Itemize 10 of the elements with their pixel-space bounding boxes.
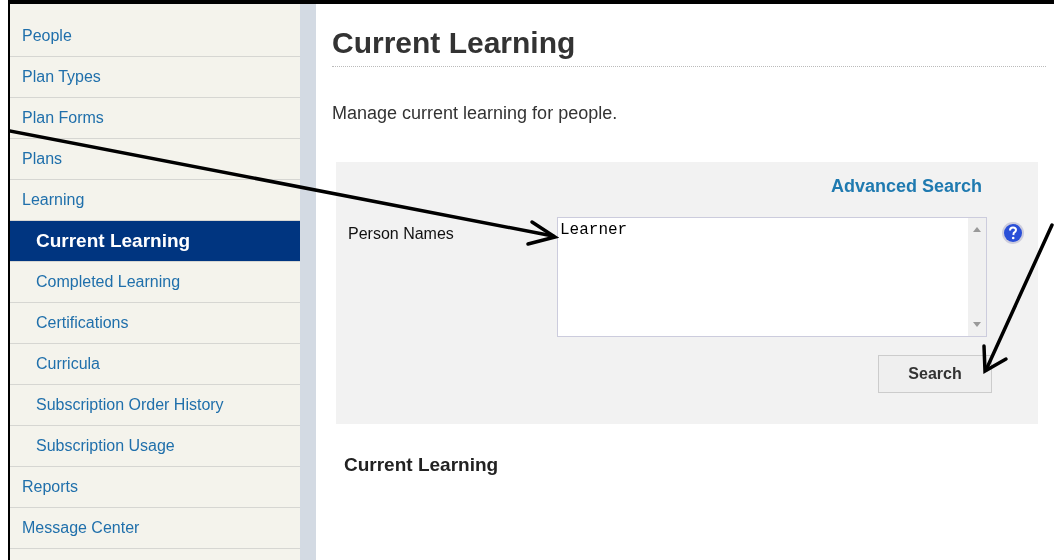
page-description: Manage current learning for people.	[332, 103, 619, 124]
person-names-field[interactable]: Learner	[557, 217, 987, 337]
advanced-search-link[interactable]: Advanced Search	[830, 176, 982, 196]
field-label: Person Names	[348, 224, 455, 243]
page-title: Current Learning	[332, 26, 1046, 67]
search-button[interactable]: Search	[878, 355, 992, 393]
sidebar-item[interactable]: Current Learning	[10, 221, 300, 262]
scrollbar-icon	[968, 218, 986, 336]
section-title: Current Learning	[344, 454, 500, 476]
help-icon[interactable]	[1001, 221, 1025, 245]
